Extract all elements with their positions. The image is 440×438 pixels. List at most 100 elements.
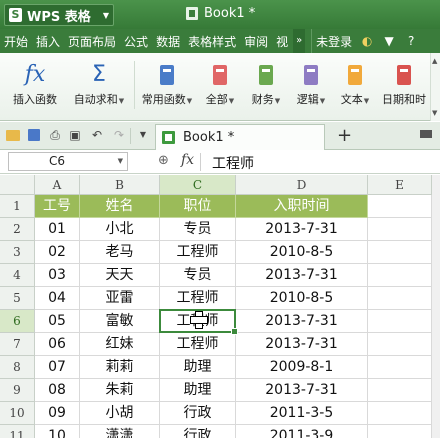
- finance-button[interactable]: 财务▼: [244, 53, 288, 121]
- row-header[interactable]: 2: [0, 218, 35, 241]
- table-cell[interactable]: 老马: [80, 241, 160, 264]
- chevron-down-icon[interactable]: ▼: [136, 128, 150, 142]
- table-cell[interactable]: 朱莉: [80, 379, 160, 402]
- column-header-a[interactable]: A: [35, 175, 80, 195]
- table-cell[interactable]: [368, 218, 432, 241]
- insert-function-button[interactable]: fx 插入函数: [4, 53, 66, 121]
- text-functions-button[interactable]: 文本▼: [334, 53, 376, 121]
- chevron-down-icon[interactable]: ▼: [275, 97, 280, 105]
- column-header-e[interactable]: E: [368, 175, 432, 195]
- table-cell[interactable]: 莉莉: [80, 356, 160, 379]
- table-cell[interactable]: [368, 356, 432, 379]
- chevron-down-icon[interactable]: ▼: [229, 97, 234, 105]
- row-header[interactable]: 11: [0, 425, 35, 438]
- table-cell[interactable]: 工程师: [160, 287, 236, 310]
- table-cell[interactable]: 亚雷: [80, 287, 160, 310]
- table-header-cell[interactable]: 职位: [160, 195, 236, 218]
- row-header[interactable]: 7: [0, 333, 35, 356]
- chevron-down-icon[interactable]: ▼: [432, 109, 437, 117]
- table-cell[interactable]: 助理: [160, 379, 236, 402]
- all-functions-button[interactable]: 全部▼: [200, 53, 240, 121]
- table-cell[interactable]: 专员: [160, 218, 236, 241]
- table-cell[interactable]: 2013-7-31: [236, 310, 368, 333]
- table-cell[interactable]: 小北: [80, 218, 160, 241]
- row-header[interactable]: 5: [0, 287, 35, 310]
- column-header-c[interactable]: C: [160, 175, 236, 195]
- row-header[interactable]: 8: [0, 356, 35, 379]
- table-cell[interactable]: [368, 379, 432, 402]
- name-box[interactable]: C6 ▼: [8, 152, 128, 171]
- menu-home[interactable]: 开始: [0, 33, 32, 50]
- table-cell[interactable]: [368, 287, 432, 310]
- table-cell[interactable]: 工程师: [160, 333, 236, 356]
- table-cell[interactable]: 09: [35, 402, 80, 425]
- menu-table-style[interactable]: 表格样式: [184, 33, 240, 50]
- table-cell[interactable]: 05: [35, 310, 80, 333]
- vertical-scrollbar[interactable]: [431, 175, 440, 438]
- chevron-down-icon[interactable]: ▼: [119, 97, 124, 105]
- row-header[interactable]: 3: [0, 241, 35, 264]
- menu-insert[interactable]: 插入: [32, 33, 64, 50]
- table-cell[interactable]: 2013-7-31: [236, 333, 368, 356]
- chevron-down-icon[interactable]: ▼: [118, 153, 123, 170]
- chevron-down-icon[interactable]: ▼: [187, 97, 192, 105]
- table-cell[interactable]: [368, 264, 432, 287]
- table-cell[interactable]: 小胡: [80, 402, 160, 425]
- table-cell[interactable]: 2013-7-31: [236, 379, 368, 402]
- table-cell[interactable]: 2010-8-5: [236, 287, 368, 310]
- table-cell[interactable]: [368, 310, 432, 333]
- row-header[interactable]: 6: [0, 310, 35, 333]
- table-cell[interactable]: 06: [35, 333, 80, 356]
- menu-more-button[interactable]: »: [293, 29, 306, 53]
- table-header-cell[interactable]: 姓名: [80, 195, 160, 218]
- table-cell[interactable]: 02: [35, 241, 80, 264]
- table-cell[interactable]: 01: [35, 218, 80, 241]
- table-cell[interactable]: 04: [35, 287, 80, 310]
- redo-icon[interactable]: ↷: [112, 128, 126, 142]
- common-functions-button[interactable]: 常用函数▼: [136, 53, 198, 121]
- autosum-button[interactable]: Σ 自动求和▼: [66, 53, 132, 121]
- row-header[interactable]: 10: [0, 402, 35, 425]
- logic-button[interactable]: 逻辑▼: [290, 53, 332, 121]
- spreadsheet-grid[interactable]: A B C D E 1 工号 姓名 职位 入职时间 2 01 小北 专员 2013-7-31 3 02 老马 工程师…: [0, 175, 440, 438]
- table-cell[interactable]: 10: [35, 425, 80, 438]
- table-cell[interactable]: 2010-8-5: [236, 241, 368, 264]
- table-cell[interactable]: 07: [35, 356, 80, 379]
- menu-view[interactable]: 视: [272, 33, 292, 50]
- zoom-icon[interactable]: ⊕: [158, 153, 169, 168]
- table-cell[interactable]: [368, 241, 432, 264]
- table-cell[interactable]: [368, 333, 432, 356]
- table-cell[interactable]: 2009-8-1: [236, 356, 368, 379]
- new-tab-button[interactable]: +: [337, 125, 352, 147]
- table-cell[interactable]: [368, 402, 432, 425]
- ribbon-scrollbar[interactable]: ▲ ▼: [430, 53, 440, 121]
- menu-formulas[interactable]: 公式: [120, 33, 152, 50]
- table-cell[interactable]: 2013-7-31: [236, 218, 368, 241]
- chevron-down-icon[interactable]: ▼: [364, 97, 369, 105]
- table-cell[interactable]: 2011-3-9: [236, 425, 368, 438]
- print-icon[interactable]: ⎙: [48, 128, 62, 142]
- row-header[interactable]: 9: [0, 379, 35, 402]
- chevron-up-icon[interactable]: ▲: [432, 57, 437, 65]
- menu-review[interactable]: 审阅: [240, 33, 272, 50]
- table-cell[interactable]: [368, 425, 432, 438]
- table-header-cell[interactable]: 工号: [35, 195, 80, 218]
- skin-icon[interactable]: ◐: [360, 34, 374, 48]
- table-cell[interactable]: 03: [35, 264, 80, 287]
- print-preview-icon[interactable]: ▣: [68, 128, 82, 142]
- chevron-down-icon[interactable]: ▼: [320, 97, 325, 105]
- select-all-corner[interactable]: [0, 175, 35, 195]
- table-cell[interactable]: 天天: [80, 264, 160, 287]
- column-header-d[interactable]: D: [236, 175, 368, 195]
- datetime-button[interactable]: 日期和时: [378, 53, 430, 121]
- table-cell[interactable]: 2013-7-31: [236, 264, 368, 287]
- row-header[interactable]: 4: [0, 264, 35, 287]
- table-cell[interactable]: 红妹: [80, 333, 160, 356]
- app-menu-button[interactable]: S WPS 表格 ▼: [4, 4, 114, 26]
- table-cell[interactable]: 专员: [160, 264, 236, 287]
- shirt-icon[interactable]: ▼: [382, 34, 396, 48]
- fx-icon[interactable]: fx: [181, 152, 194, 168]
- help-icon[interactable]: ?: [404, 34, 418, 48]
- table-cell[interactable]: 行政: [160, 402, 236, 425]
- table-cell[interactable]: 潇潇: [80, 425, 160, 438]
